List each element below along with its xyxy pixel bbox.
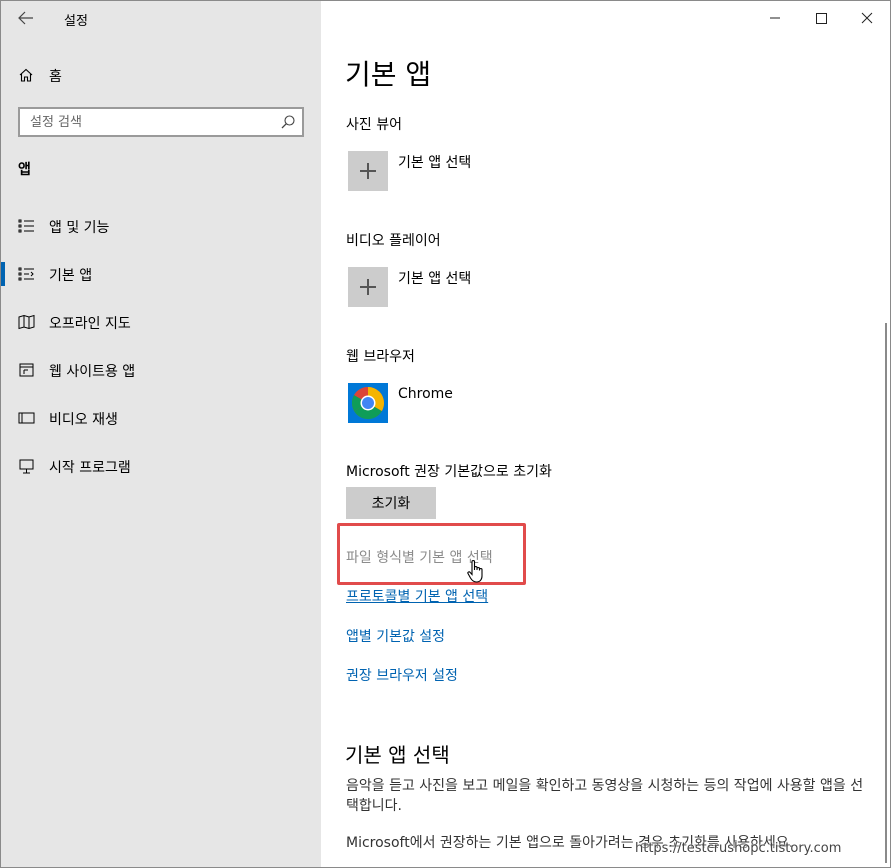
group-label-photo-viewer: 사진 뷰어: [346, 117, 402, 133]
sidebar-item-label: 앱 및 기능: [49, 220, 110, 236]
sidebar-item-video-playback[interactable]: 비디오 재생: [1, 398, 321, 438]
selected-indicator: [1, 262, 5, 286]
back-button[interactable]: [15, 8, 37, 28]
link-choose-by-protocol[interactable]: 프로토콜별 기본 앱 선택: [346, 586, 488, 606]
apps-features-icon: [18, 218, 35, 234]
page-title: 기본 앱: [345, 58, 432, 91]
minimize-icon: [770, 17, 780, 19]
close-button[interactable]: [844, 1, 890, 35]
sidebar-item-default-apps[interactable]: 기본 앱: [1, 254, 321, 294]
sidebar-item-label: 웹 사이트용 앱: [49, 364, 136, 380]
sidebar-item-offline-maps[interactable]: 오프라인 지도: [1, 302, 321, 342]
sidebar-item-apps-for-websites[interactable]: 웹 사이트용 앱: [1, 350, 321, 390]
info-description: 음악을 듣고 사진을 보고 메일을 확인하고 동영상을 시청하는 등의 작업에 …: [346, 778, 864, 814]
maximize-icon: [816, 13, 827, 24]
window-title: 설정: [64, 14, 88, 29]
settings-window: 설정 홈 앱: [0, 0, 891, 868]
video-playback-icon: [18, 410, 35, 426]
apps-for-websites-icon: [18, 362, 35, 378]
minimize-button[interactable]: [752, 1, 798, 35]
sidebar-item-label: 오프라인 지도: [49, 316, 131, 332]
search-box[interactable]: [18, 107, 304, 137]
sidebar: 설정 홈 앱: [1, 1, 321, 867]
close-icon: [861, 12, 873, 24]
link-set-defaults-by-app[interactable]: 앱별 기본값 설정: [346, 626, 445, 646]
offline-maps-icon: [18, 314, 35, 330]
startup-icon: [18, 458, 35, 474]
info-title: 기본 앱 선택: [345, 743, 450, 767]
sidebar-item-label: 시작 프로그램: [49, 460, 131, 476]
browser-app-tile[interactable]: [348, 383, 388, 423]
chrome-icon: [351, 386, 385, 420]
search-icon[interactable]: [280, 114, 296, 130]
photo-viewer-choose-app[interactable]: 기본 앱 선택: [398, 152, 471, 172]
group-label-web-browser: 웹 브라우저: [346, 349, 415, 365]
sidebar-item-label: 비디오 재생: [49, 412, 118, 428]
sidebar-item-home[interactable]: 홈: [1, 59, 321, 91]
web-browser-app-name[interactable]: Chrome: [398, 386, 453, 402]
link-recommended-browser-settings[interactable]: 권장 브라우저 설정: [346, 665, 458, 685]
sidebar-item-label: 홈: [49, 69, 62, 85]
search-input[interactable]: [20, 109, 270, 135]
maximize-button[interactable]: [798, 1, 844, 35]
video-player-choose-app[interactable]: 기본 앱 선택: [398, 268, 471, 288]
sidebar-item-startup[interactable]: 시작 프로그램: [1, 446, 321, 486]
default-apps-icon: [18, 266, 35, 282]
group-label-video-player: 비디오 플레이어: [346, 233, 441, 249]
add-app-tile[interactable]: [348, 267, 388, 307]
scrollbar[interactable]: [885, 323, 887, 863]
sidebar-item-label: 기본 앱: [49, 268, 93, 284]
hand-cursor-icon: [466, 559, 488, 585]
main-content: [321, 1, 890, 867]
back-arrow-icon: [18, 11, 33, 25]
reset-button[interactable]: 초기화: [346, 487, 436, 519]
reset-label: Microsoft 권장 기본값으로 초기화: [346, 464, 552, 480]
watermark: https://testcrushopc.tistory.com: [635, 841, 842, 856]
section-label-apps: 앱: [18, 162, 31, 178]
sidebar-item-apps-features[interactable]: 앱 및 기능: [1, 206, 321, 246]
home-icon: [18, 67, 34, 83]
add-app-tile[interactable]: [348, 151, 388, 191]
